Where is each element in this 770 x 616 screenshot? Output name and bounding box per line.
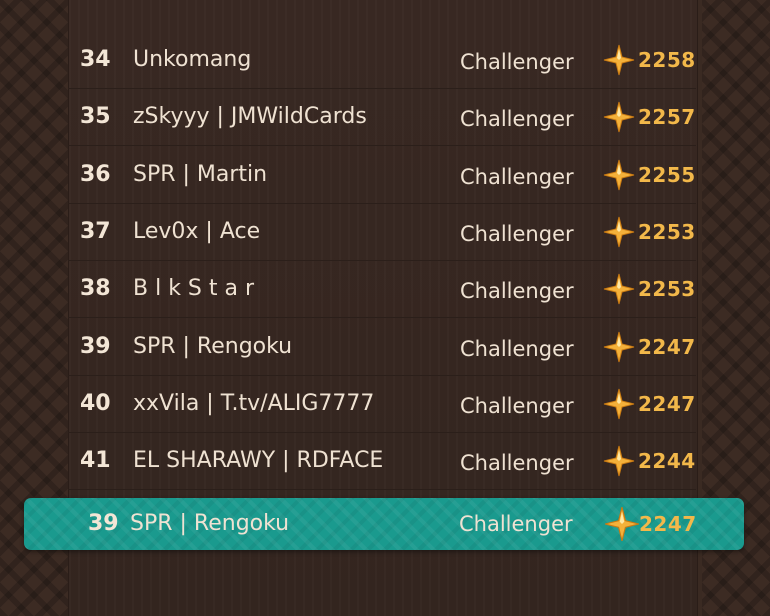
gold-star-icon bbox=[604, 506, 640, 542]
tier-label: Challenger bbox=[460, 164, 574, 189]
leaderboard-row: 38 B l k S t a r Challenger 2253 bbox=[68, 261, 696, 319]
gold-star-icon bbox=[603, 159, 635, 190]
gold-star-icon bbox=[603, 44, 635, 76]
score: 2257 bbox=[638, 105, 696, 130]
score: 2247 bbox=[638, 334, 696, 359]
rank: 39 bbox=[88, 511, 119, 536]
score: 2247 bbox=[638, 391, 696, 416]
gold-star-icon bbox=[603, 102, 635, 133]
player-name: Lev0x | Ace bbox=[133, 218, 261, 244]
tier-label: Challenger bbox=[460, 107, 574, 132]
player-name: SPR | Martin bbox=[133, 161, 268, 187]
player-name: Unkomang bbox=[133, 47, 252, 72]
player-name: zSkyyy | JMWildCards bbox=[133, 104, 367, 130]
score: 2258 bbox=[638, 48, 696, 72]
player-name: SPR | Rengoku bbox=[130, 511, 290, 536]
rank: 34 bbox=[80, 47, 111, 72]
score: 2244 bbox=[638, 449, 696, 474]
leaderboard-row: 36 SPR | Martin Challenger 2255 bbox=[68, 147, 696, 204]
player-name: xxVila | T.tv/ALIG7777 bbox=[133, 390, 375, 416]
player-name: EL SHARAWY | RDFACE bbox=[133, 448, 384, 474]
rank: 40 bbox=[80, 390, 111, 416]
leaderboard-row: 41 EL SHARAWY | RDFACE Challenger 2244 bbox=[68, 433, 696, 491]
rank: 35 bbox=[80, 104, 111, 130]
score: 2253 bbox=[638, 219, 696, 244]
tier-label: Challenger bbox=[460, 279, 574, 304]
leaderboard-row: 39 SPR | Rengoku Challenger 2247 bbox=[68, 319, 696, 376]
tier-label: Challenger bbox=[460, 221, 574, 246]
leaderboard-row: 37 Lev0x | Ace Challenger 2253 bbox=[68, 204, 696, 261]
tier-label: Challenger bbox=[459, 512, 573, 536]
rank: 36 bbox=[80, 161, 111, 187]
score: 2255 bbox=[638, 162, 696, 187]
leaderboard-row: 34 Unkomang Challenger 2258 bbox=[68, 32, 696, 89]
tier-label: Challenger bbox=[460, 393, 574, 418]
score: 2247 bbox=[639, 512, 697, 536]
rank: 41 bbox=[80, 448, 111, 474]
tier-label: Challenger bbox=[460, 50, 574, 74]
player-name: B l k S t a r bbox=[133, 276, 255, 302]
gold-star-icon bbox=[603, 216, 635, 248]
rank: 38 bbox=[80, 276, 111, 302]
rank: 39 bbox=[80, 333, 111, 359]
gold-star-icon bbox=[603, 445, 635, 477]
leaderboard-row: 35 zSkyyy | JMWildCards Challenger 2257 bbox=[68, 89, 696, 147]
tier-label: Challenger bbox=[460, 451, 574, 476]
current-player-row: 39 SPR | Rengoku Challenger 2247 bbox=[24, 498, 744, 550]
tier-label: Challenger bbox=[460, 336, 574, 361]
rank: 37 bbox=[80, 218, 111, 244]
player-name: SPR | Rengoku bbox=[133, 333, 293, 359]
gold-star-icon bbox=[603, 331, 635, 362]
score: 2253 bbox=[638, 277, 696, 302]
gold-star-icon bbox=[603, 274, 635, 305]
leaderboard-row: 40 xxVila | T.tv/ALIG7777 Challenger 2247 bbox=[68, 376, 696, 433]
gold-star-icon bbox=[603, 388, 635, 419]
